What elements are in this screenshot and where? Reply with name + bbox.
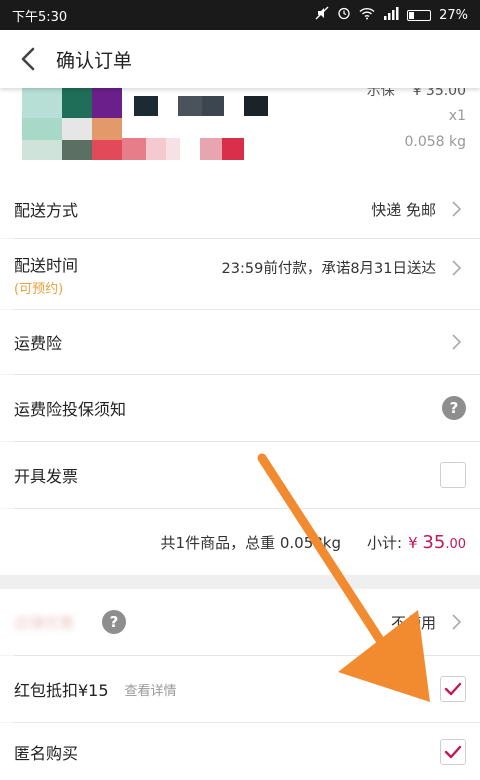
alarm-icon [337,6,351,24]
invoice-row[interactable]: 开具发票 [0,442,480,508]
anonymous-row[interactable]: 匿名购买 [0,723,480,780]
order-summary-row: 共1件商品，总重 0.058kg 小计: ¥ 35.00 [0,509,480,575]
insurance-notice-label: 运费险投保须知 [14,400,127,419]
mute-icon [315,6,329,24]
red-packet-row[interactable]: 红包抵扣¥15 查看详情 [0,656,480,722]
delivery-method-label: 配送方式 [14,201,79,220]
delivery-method-row[interactable]: 配送方式 快递 免邮 [0,180,480,238]
invoice-checkbox[interactable] [440,462,466,488]
battery-icon [407,9,432,21]
shipping-insurance-label: 运费险 [14,334,63,353]
anonymous-label: 匿名购买 [14,743,79,763]
chevron-left-icon [21,47,35,71]
delivery-time-sub: (可预约) [14,281,64,297]
product-weight: 0.058 kg [404,134,466,150]
summary-count-weight: 共1件商品，总重 0.058kg [160,533,342,552]
shop-coupon-row[interactable]: 店铺优惠 ? 不使用 [0,589,480,655]
delivery-method-value: 快递 免邮 [371,200,436,219]
subtotal-currency: ¥ [408,533,418,552]
chevron-right-icon [452,334,462,350]
wifi-icon [359,7,375,24]
chevron-right-icon [452,614,462,630]
blurred-title-block [134,96,158,116]
signal-icon [383,6,399,24]
shipping-insurance-row[interactable]: 运费险 [0,310,480,374]
chevron-right-icon [452,201,462,217]
product-quantity: x1 [448,108,466,124]
battery-text: 27% [439,7,468,23]
delivery-time-value: 23:59前付款，承诺8月31日送达 [221,261,436,277]
invoice-label: 开具发票 [14,467,79,486]
delivery-time-row[interactable]: 配送时间 (可预约) 23:59前付款，承诺8月31日送达 [0,239,480,309]
help-icon[interactable]: ? [442,396,466,420]
insurance-notice-row[interactable]: 运费险投保须知 ? [0,375,480,441]
help-icon[interactable]: ? [102,610,127,634]
app-header: 确认订单 [0,30,480,88]
delivery-time-label: 配送时间 [14,255,79,275]
coupon-value: 不使用 [390,613,436,632]
chevron-right-icon [452,259,462,276]
view-details-link[interactable]: 查看详情 [125,680,177,699]
product-price: ¥ 35.00 [412,88,466,99]
product-spec: 示保 [366,88,395,99]
status-time: 下午5:30 [12,9,68,25]
subtotal-decimal: .00 [445,536,466,552]
red-packet-checkbox[interactable] [440,676,466,702]
back-button[interactable] [0,30,56,88]
red-packet-label: 红包抵扣¥15 [14,681,109,700]
page-title: 确认订单 [56,49,133,72]
product-thumbnail[interactable] [22,88,122,160]
product-card[interactable]: 示保 ¥ 35.00 x1 0.058 kg [0,88,480,180]
subtotal-label: 小计: [367,533,403,552]
subtotal-amount: 35 [422,531,446,553]
section-gap [0,575,480,589]
coupon-label: 店铺优惠 [14,613,75,632]
anonymous-checkbox[interactable] [440,738,466,765]
checkmark-icon [444,682,462,696]
checkmark-icon [444,745,462,758]
status-bar: 下午5:30 27% [0,0,480,30]
